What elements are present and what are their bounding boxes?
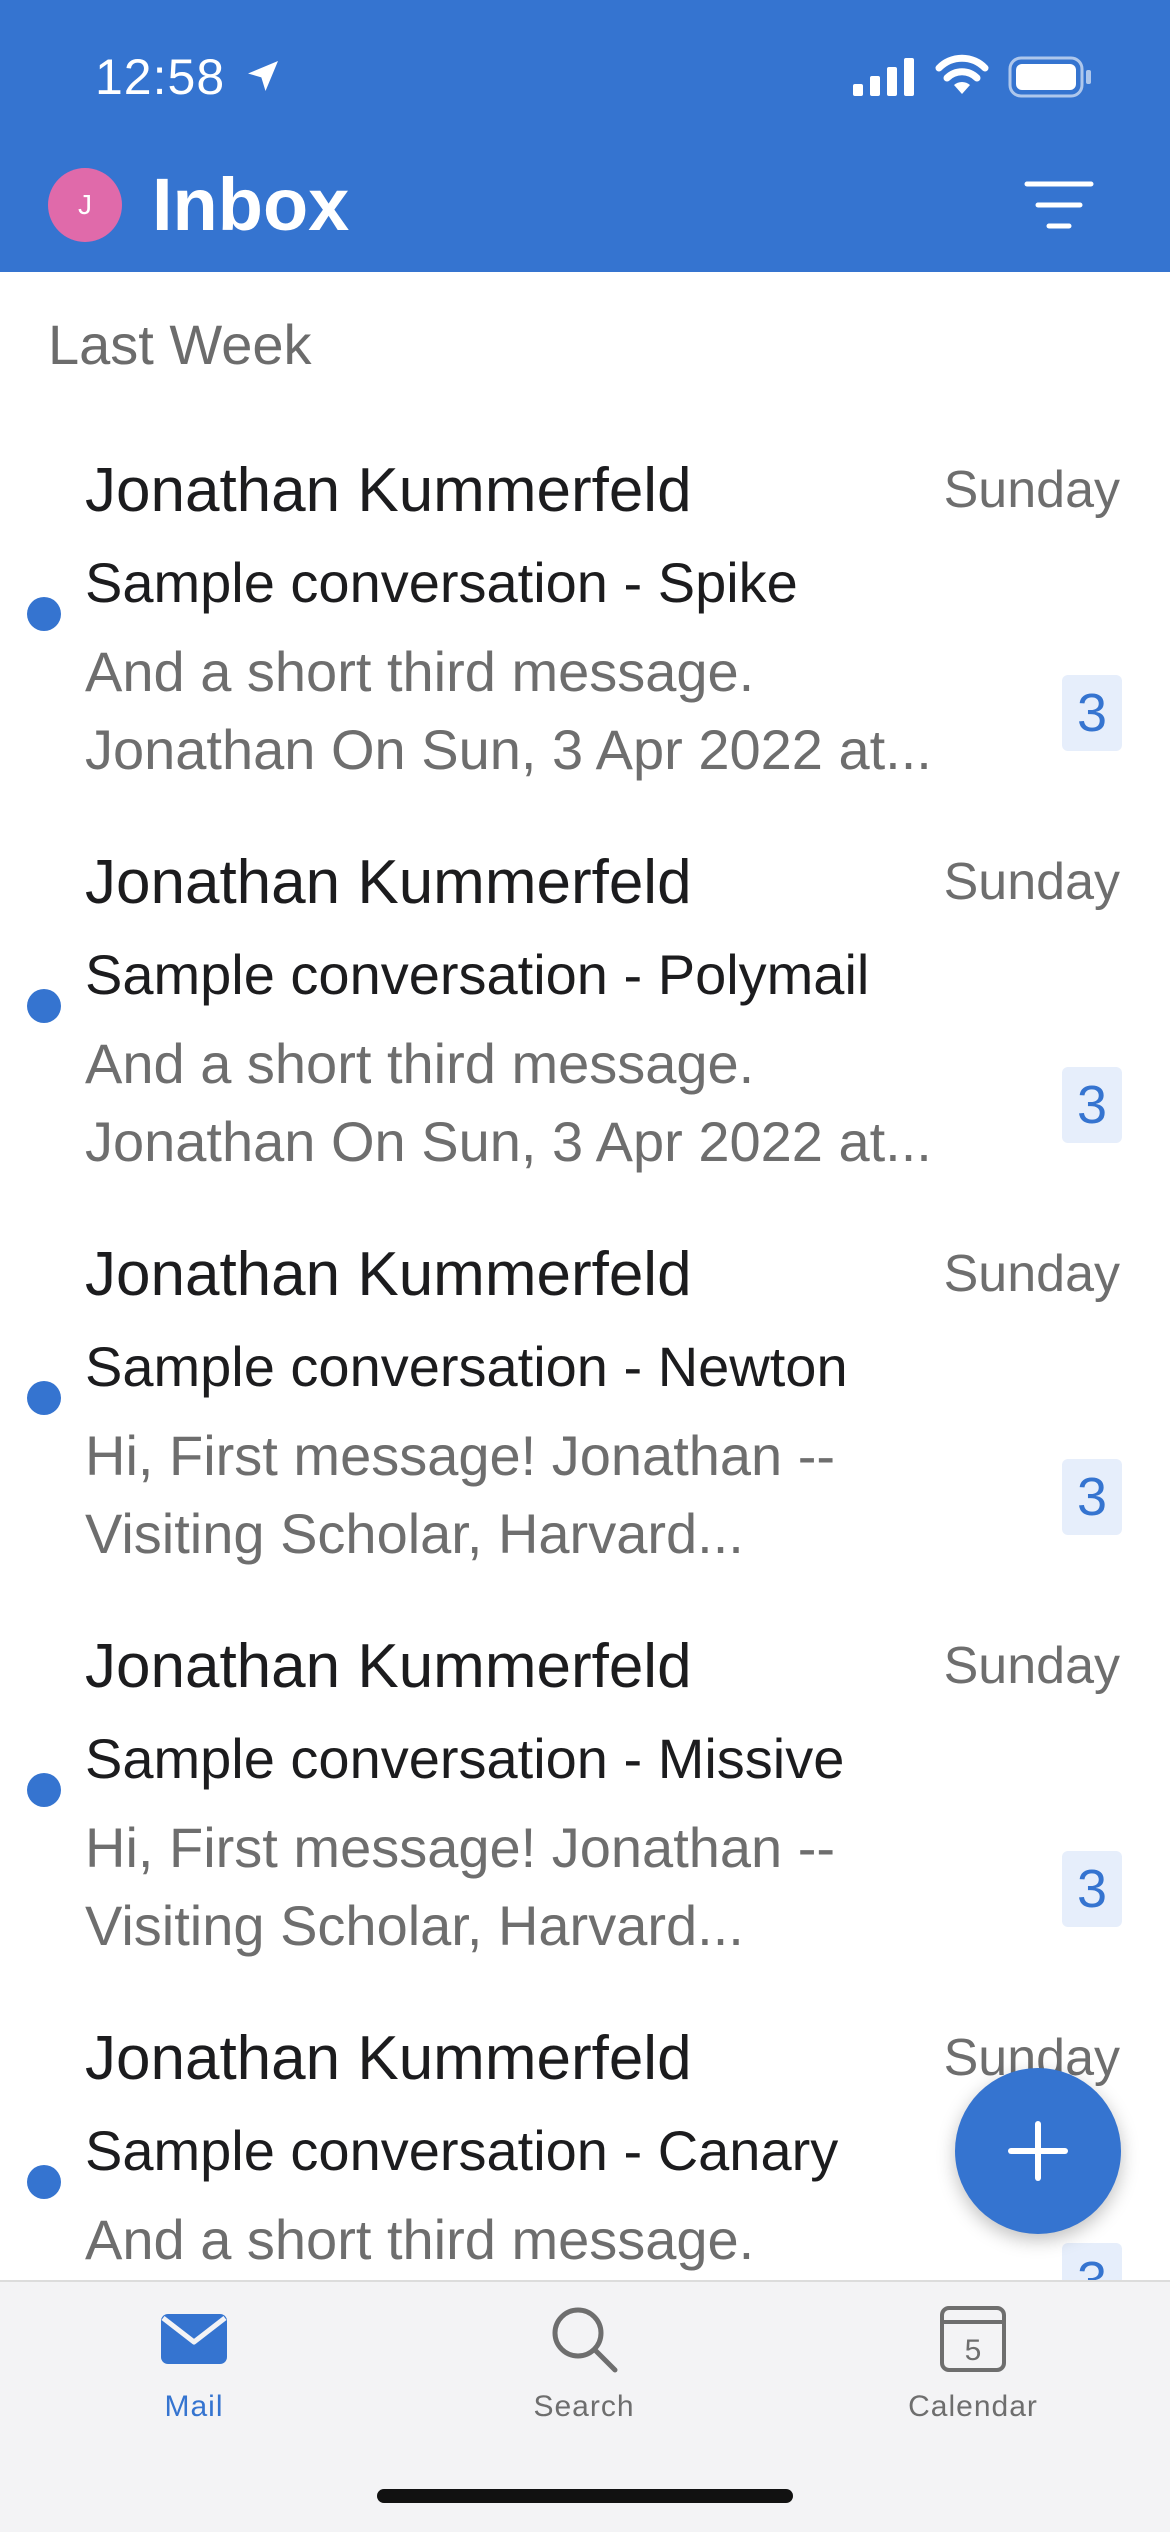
- page-title: Inbox: [152, 163, 350, 246]
- unread-indicator: [27, 597, 61, 631]
- preview-line: Hi, First message! Jonathan --: [85, 1424, 836, 1487]
- preview-line: Visiting Scholar, Harvard...: [85, 1502, 744, 1565]
- battery-icon: [1008, 56, 1091, 98]
- thread-count-badge: 3: [1062, 2243, 1122, 2280]
- message-subject: Sample conversation - Newton: [85, 1335, 848, 1398]
- filter-icon[interactable]: [1024, 178, 1094, 232]
- status-time: 12:58: [95, 49, 226, 105]
- plus-icon: [1008, 2121, 1068, 2181]
- wifi-icon: [935, 54, 989, 94]
- unread-indicator: [27, 1773, 61, 1807]
- message-subject: Sample conversation - Missive: [85, 1727, 845, 1790]
- preview-line: And a short third message.: [85, 640, 755, 703]
- message-row[interactable]: Jonathan Kummerfeld Sunday Sample conver…: [0, 430, 1170, 822]
- sender-name: Jonathan Kummerfeld: [85, 1632, 692, 1701]
- search-icon: [552, 2307, 618, 2373]
- tab-label: Calendar: [908, 2390, 1038, 2423]
- unread-indicator: [27, 1381, 61, 1415]
- cellular-signal-icon: [853, 58, 914, 96]
- message-row[interactable]: Jonathan Kummerfeld Sunday Sample conver…: [0, 1606, 1170, 1998]
- preview-line: Hi, First message! Jonathan --: [85, 1816, 836, 1879]
- unread-indicator: [27, 989, 61, 1023]
- calendar-icon: 5: [940, 2306, 1006, 2372]
- message-date: Sunday: [943, 1637, 1120, 1695]
- message-subject: Sample conversation - Canary: [85, 2119, 839, 2182]
- message-preview: Hi, First message! Jonathan -- Visiting …: [85, 1809, 1025, 1965]
- app-header: 12:58 J Inbox: [0, 0, 1170, 272]
- message-preview: Hi, First message! Jonathan -- Visiting …: [85, 1417, 1025, 1573]
- message-subject: Sample conversation - Spike: [85, 551, 798, 614]
- preview-line: Jonathan On Sun, 3 Apr 2022 at...: [85, 1110, 932, 1173]
- preview-line: Jonathan On Sun, 3 Apr 2022 at...: [85, 718, 932, 781]
- tab-calendar[interactable]: 5 Calendar: [823, 2302, 1123, 2442]
- message-preview: And a short third message. Jonathan On S…: [85, 1025, 1025, 1181]
- message-subject: Sample conversation - Polymail: [85, 943, 870, 1006]
- tab-search[interactable]: Search: [434, 2302, 734, 2442]
- message-row[interactable]: Jonathan Kummerfeld Sunday Sample conver…: [0, 1214, 1170, 1606]
- message-date: Sunday: [943, 1245, 1120, 1303]
- tab-mail[interactable]: Mail: [44, 2302, 344, 2442]
- message-preview: And a short third message.: [85, 2201, 1025, 2279]
- thread-count-badge: 3: [1062, 1851, 1122, 1927]
- calendar-day-number: 5: [965, 2334, 982, 2367]
- mail-app-screen: 12:58 J Inbox Last Week Jonathan Kummerf…: [0, 0, 1170, 2532]
- sender-name: Jonathan Kummerfeld: [85, 2024, 692, 2093]
- message-list: Jonathan Kummerfeld Sunday Sample conver…: [0, 430, 1170, 2280]
- compose-button[interactable]: [955, 2068, 1121, 2234]
- preview-line: And a short third message.: [85, 1032, 755, 1095]
- account-avatar[interactable]: J: [48, 168, 122, 242]
- message-date: Sunday: [943, 461, 1120, 519]
- message-row[interactable]: Jonathan Kummerfeld Sunday Sample conver…: [0, 822, 1170, 1214]
- tab-label: Mail: [164, 2390, 224, 2423]
- message-preview: And a short third message. Jonathan On S…: [85, 633, 1025, 789]
- sender-name: Jonathan Kummerfeld: [85, 1240, 692, 1309]
- thread-count-badge: 3: [1062, 675, 1122, 751]
- thread-count-badge: 3: [1062, 1067, 1122, 1143]
- section-header: Last Week: [48, 313, 312, 376]
- message-date: Sunday: [943, 853, 1120, 911]
- preview-line: Visiting Scholar, Harvard...: [85, 1894, 744, 1957]
- thread-count-badge: 3: [1062, 1459, 1122, 1535]
- location-arrow-icon: [248, 61, 278, 91]
- unread-indicator: [27, 2165, 61, 2199]
- mail-icon: [161, 2314, 227, 2364]
- sender-name: Jonathan Kummerfeld: [85, 848, 692, 917]
- preview-line: And a short third message.: [85, 2208, 755, 2271]
- sender-name: Jonathan Kummerfeld: [85, 456, 692, 525]
- tab-label: Search: [533, 2390, 635, 2423]
- home-indicator: [377, 2489, 793, 2503]
